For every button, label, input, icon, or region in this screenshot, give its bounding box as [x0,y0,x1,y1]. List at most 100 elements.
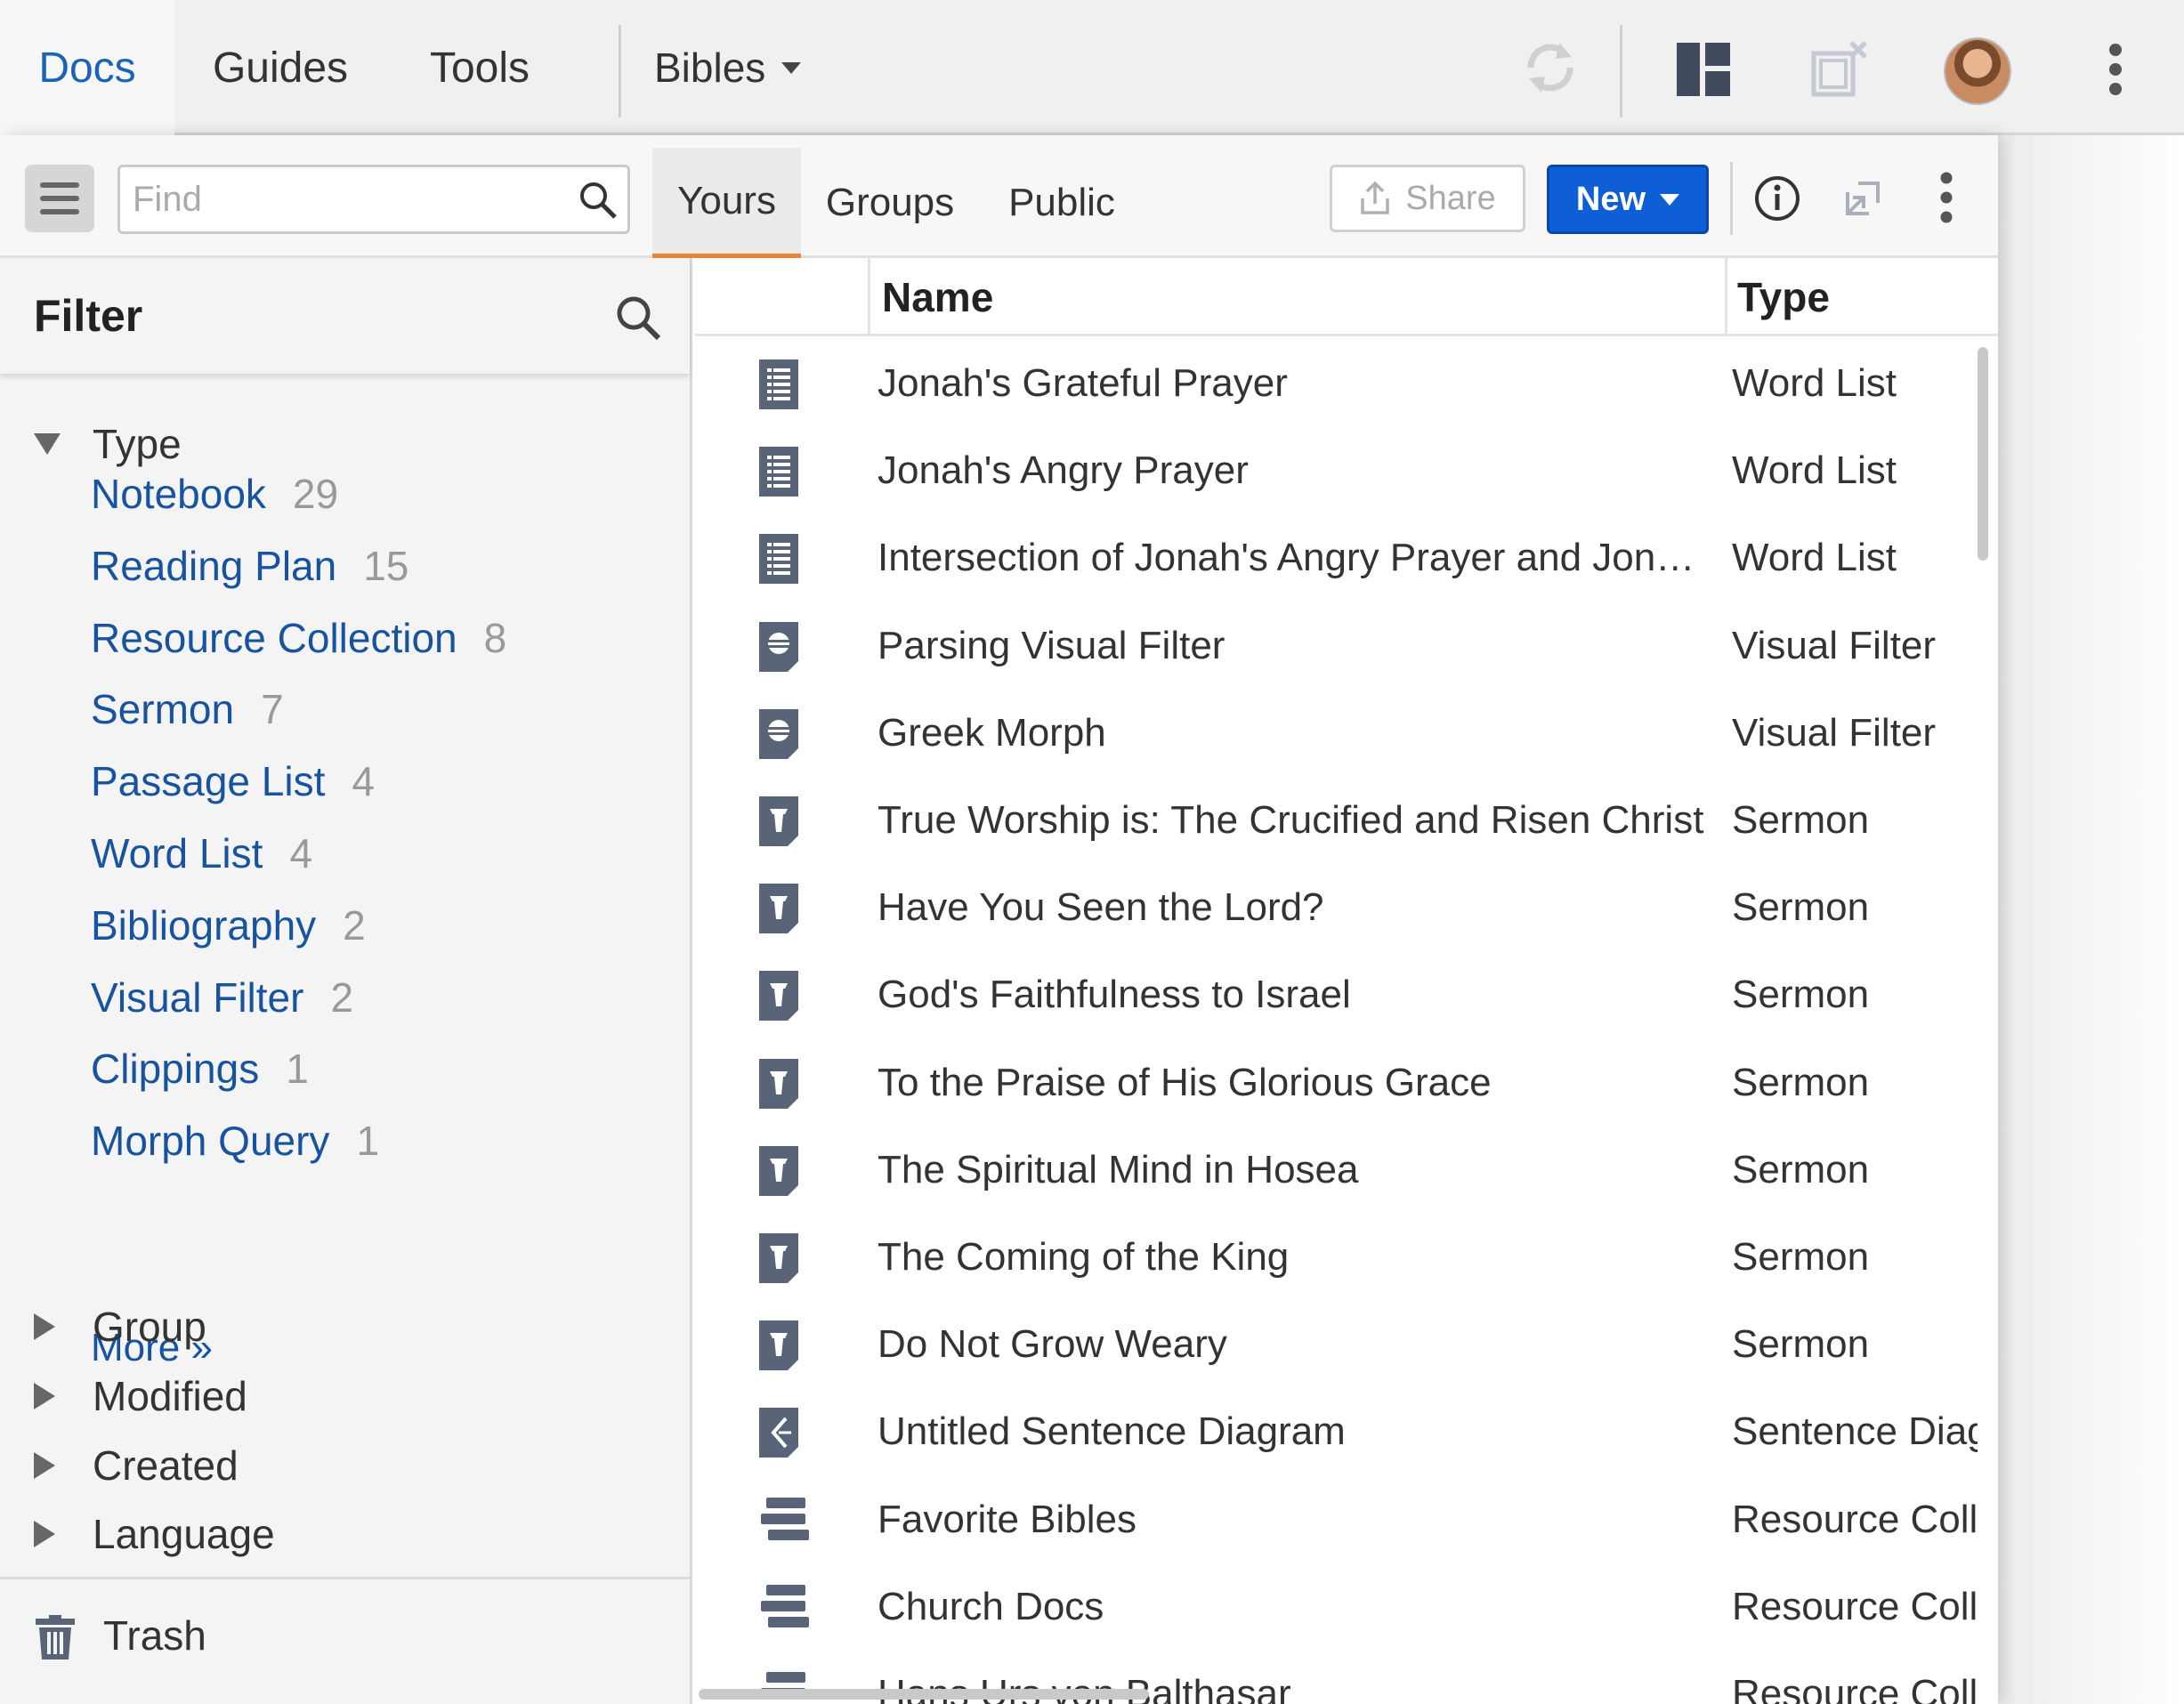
new-button[interactable]: New [1547,165,1709,234]
top-tab-tools[interactable]: Tools [386,0,573,135]
column-divider [868,258,870,336]
filter-type-item[interactable]: Bibliography 2 [91,901,366,949]
resource-collection-icon [759,1496,809,1546]
trash-item[interactable]: Trash [0,1577,690,1704]
table-row[interactable]: Greek Morph Visual Filter [695,690,1980,777]
filter-type-item[interactable]: Resource Collection 8 [91,614,506,662]
list-header: Name Type [695,258,1998,336]
facet-created[interactable]: Created [34,1438,239,1493]
facet-type[interactable]: Type [34,416,182,472]
tab-yours[interactable]: Yours [652,148,801,258]
column-header-name[interactable]: Name [882,258,993,336]
filter-type-label: Visual Filter [91,973,304,1021]
row-type: Visual Filter [1732,710,1937,755]
row-name: To the Praise of His Glorious Grace [878,1060,1492,1104]
row-type: Sermon [1732,1235,1870,1279]
panel-menu-icon[interactable] [1933,171,1960,224]
facet-label: Created [93,1442,239,1489]
facet-modified[interactable]: Modified [34,1369,247,1424]
filter-type-label: Resource Collection [91,614,457,661]
row-name: Do Not Grow Weary [878,1322,1227,1367]
collapsed-triangle-icon [34,1521,55,1547]
trash-label: Trash [103,1612,206,1659]
facet-label: Modified [93,1373,247,1419]
filter-type-item[interactable]: Visual Filter 2 [91,973,353,1022]
table-row[interactable]: Do Not Grow Weary Sermon [695,1301,1980,1388]
sidebar-toggle-button[interactable] [25,165,94,232]
row-type: Word List [1732,361,1897,405]
facet-type-label: Type [93,421,182,467]
find-box [117,165,630,234]
table-row[interactable]: The Spiritual Mind in Hosea Sermon [695,1127,1980,1214]
table-row[interactable]: Jonah's Grateful Prayer Word List [695,340,1980,427]
more-vertical-icon[interactable] [2102,43,2129,96]
bibles-dropdown[interactable]: Bibles [654,0,802,135]
word-list-icon [759,359,805,409]
share-button[interactable]: Share [1330,165,1525,232]
table-row[interactable]: The Coming of the King Sermon [695,1214,1980,1301]
table-row[interactable]: Church Docs Resource Colle [695,1563,1980,1651]
row-name: Untitled Sentence Diagram [878,1409,1346,1454]
filter-search-icon[interactable] [614,294,664,348]
sermon-icon [759,796,805,846]
filter-type-count: 4 [352,758,375,805]
sync-icon[interactable] [1518,36,1582,100]
filter-type-item[interactable]: Morph Query 1 [91,1117,379,1165]
column-divider [1725,258,1727,336]
row-type: Sermon [1732,973,1870,1017]
row-type: Resource Colle [1732,1497,1978,1541]
share-icon [1361,181,1390,214]
filter-header: Filter [0,258,690,374]
table-row[interactable]: God's Faithfulness to Israel Sermon [695,951,1980,1038]
filter-type-label: Reading Plan [91,542,337,589]
column-header-type[interactable]: Type [1737,258,1830,336]
horizontal-scrollbar[interactable] [699,1689,1149,1700]
close-panel-icon[interactable] [1810,39,1871,100]
table-row[interactable]: To the Praise of His Glorious Grace Sermo… [695,1039,1980,1127]
word-list-icon [759,447,805,497]
table-row[interactable]: Parsing Visual Filter Visual Filter [695,602,1980,690]
filter-type-item[interactable]: Clippings 1 [91,1045,309,1093]
sermon-icon [759,1145,805,1196]
collapsed-triangle-icon [34,1313,55,1340]
row-name: The Coming of the King [878,1235,1290,1279]
filter-type-item[interactable]: Reading Plan 15 [91,542,408,590]
collapsed-triangle-icon [34,1383,55,1409]
facet-group[interactable]: Group [34,1299,206,1354]
docs-toolbar: YoursGroupsPublic Share New [0,135,1998,258]
user-avatar[interactable] [1944,37,2011,105]
row-type: Sentence Diag [1732,1409,1978,1454]
filter-type-label: Morph Query [91,1118,330,1165]
top-tab-guides[interactable]: Guides [174,0,386,135]
search-icon[interactable] [576,178,620,227]
table-row[interactable]: Jonah's Angry Prayer Word List [695,427,1980,514]
find-input[interactable] [133,167,569,231]
toolbar-divider [1730,162,1733,235]
table-row[interactable]: Untitled Sentence Diagram Sentence Diag [695,1388,1980,1475]
filter-type-item[interactable]: Notebook 29 [91,470,338,518]
table-row[interactable]: Favorite Bibles Resource Colle [695,1476,1980,1563]
filter-type-label: Notebook [91,471,266,517]
layout-icon[interactable] [1677,43,1730,96]
tab-groups[interactable]: Groups [805,148,975,258]
share-label: Share [1405,179,1496,217]
sentence-diagram-icon [759,1408,805,1458]
facet-language[interactable]: Language [34,1506,275,1562]
filter-type-item[interactable]: Word List 4 [91,829,312,877]
filter-type-label: Word List [91,830,263,876]
sermon-icon [759,1058,805,1109]
table-row[interactable]: Have You Seen the Lord? Sermon [695,864,1980,951]
info-icon[interactable] [1753,174,1801,222]
filter-type-item[interactable]: Passage List 4 [91,757,375,805]
popout-icon[interactable] [1840,176,1885,221]
table-row[interactable]: True Worship is: The Crucified and Risen… [695,777,1980,864]
tab-public[interactable]: Public [988,148,1136,258]
row-type: Sermon [1732,1147,1870,1191]
top-tab-docs[interactable]: Docs [0,0,174,135]
vertical-scrollbar[interactable] [1978,347,1988,561]
filter-type-item[interactable]: Sermon 7 [91,685,284,733]
table-row[interactable]: Intersection of Jonah's Angry Prayer and… [695,514,1980,602]
caret-down-icon [1660,193,1680,206]
word-list-icon [759,534,805,585]
filter-type-count: 2 [343,901,366,949]
